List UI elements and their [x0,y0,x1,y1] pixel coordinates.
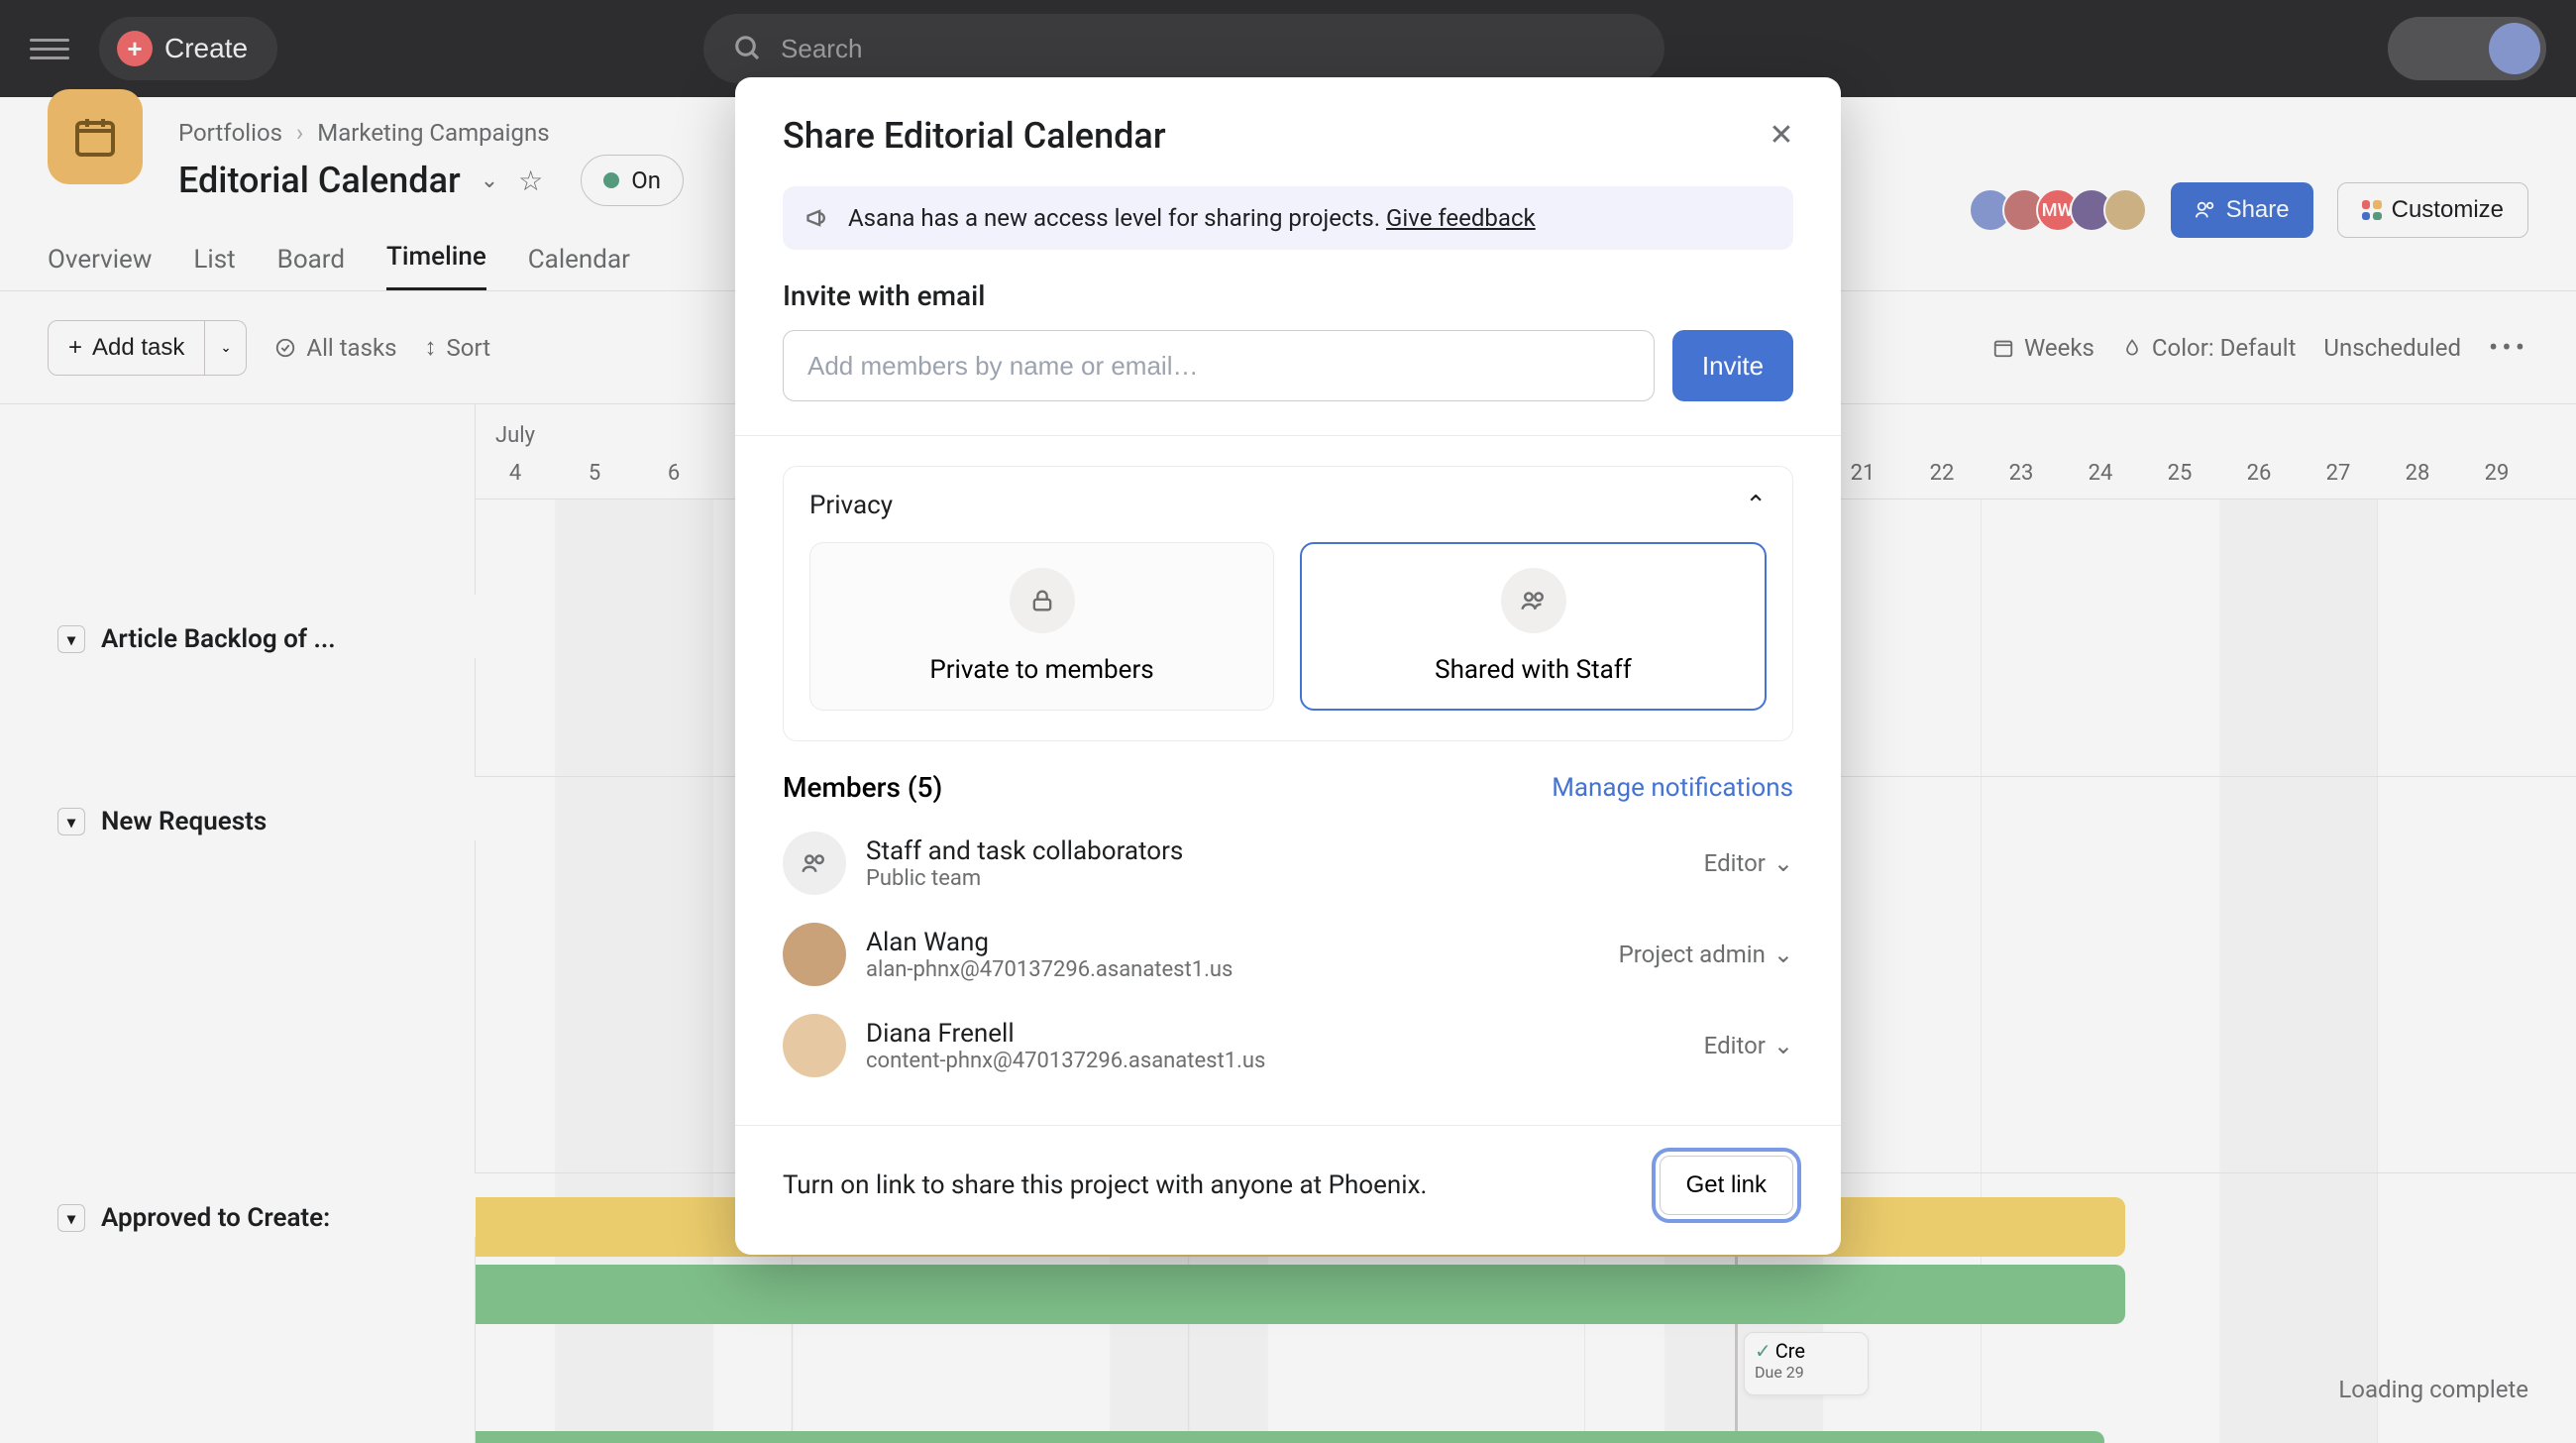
manage-notifications-link[interactable]: Manage notifications [1552,773,1793,803]
privacy-card: Privacy ⌃ Private to members Shar [783,466,1793,741]
privacy-shared-label: Shared with Staff [1435,655,1632,685]
privacy-label: Privacy [809,491,893,520]
member-name: Alan Wang [866,928,1233,957]
share-modal: Share Editorial Calendar ✕ Asana has a n… [735,77,1841,1255]
role-label: Editor [1704,1032,1766,1059]
avatar [783,1014,846,1077]
chevron-up-icon: ⌃ [1745,491,1767,520]
chevron-down-icon: ⌄ [1773,1032,1793,1059]
privacy-option-shared[interactable]: Shared with Staff [1300,542,1767,711]
privacy-option-private[interactable]: Private to members [809,542,1274,711]
invite-label: Invite with email [783,279,1793,312]
member-name: Diana Frenell [866,1019,1265,1049]
role-label: Project admin [1619,941,1766,968]
member-row: Alan Wang alan-phnx@470137296.asanatest1… [783,909,1793,1000]
banner-link[interactable]: Give feedback [1386,204,1536,232]
modal-footer: Turn on link to share this project with … [735,1125,1841,1255]
members-title: Members (5) [783,771,942,804]
invite-button[interactable]: Invite [1672,330,1793,401]
get-link-button[interactable]: Get link [1660,1156,1793,1215]
role-selector[interactable]: Editor ⌄ [1704,1032,1793,1059]
people-icon [783,832,846,895]
people-icon [1501,568,1566,633]
megaphone-icon [805,204,832,232]
member-sub: content-phnx@470137296.asanatest1.us [866,1049,1265,1073]
member-sub: Public team [866,866,1183,891]
chevron-down-icon: ⌄ [1773,941,1793,968]
chevron-down-icon: ⌄ [1773,849,1793,877]
privacy-private-label: Private to members [929,655,1153,685]
role-selector[interactable]: Project admin ⌄ [1619,941,1793,968]
banner-text: Asana has a new access level for sharing… [848,204,1380,232]
privacy-toggle[interactable]: Privacy ⌃ [809,491,1767,520]
toast-text: Loading complete [2338,1376,2528,1403]
info-banner: Asana has a new access level for sharing… [783,186,1793,250]
close-icon[interactable]: ✕ [1762,115,1801,155]
member-name: Staff and task collaborators [866,836,1183,866]
modal-overlay[interactable]: Share Editorial Calendar ✕ Asana has a n… [0,0,2576,1443]
role-selector[interactable]: Editor ⌄ [1704,849,1793,877]
member-sub: alan-phnx@470137296.asanatest1.us [866,957,1233,982]
lock-icon [1010,568,1075,633]
role-label: Editor [1704,849,1766,877]
member-row: Diana Frenell content-phnx@470137296.asa… [783,1000,1793,1091]
member-row: Staff and task collaborators Public team… [783,818,1793,909]
invite-input[interactable] [783,330,1655,401]
avatar [783,923,846,986]
footer-text: Turn on link to share this project with … [783,1170,1427,1200]
modal-title: Share Editorial Calendar [783,115,1793,157]
toast: Loading complete [2338,1376,2528,1403]
